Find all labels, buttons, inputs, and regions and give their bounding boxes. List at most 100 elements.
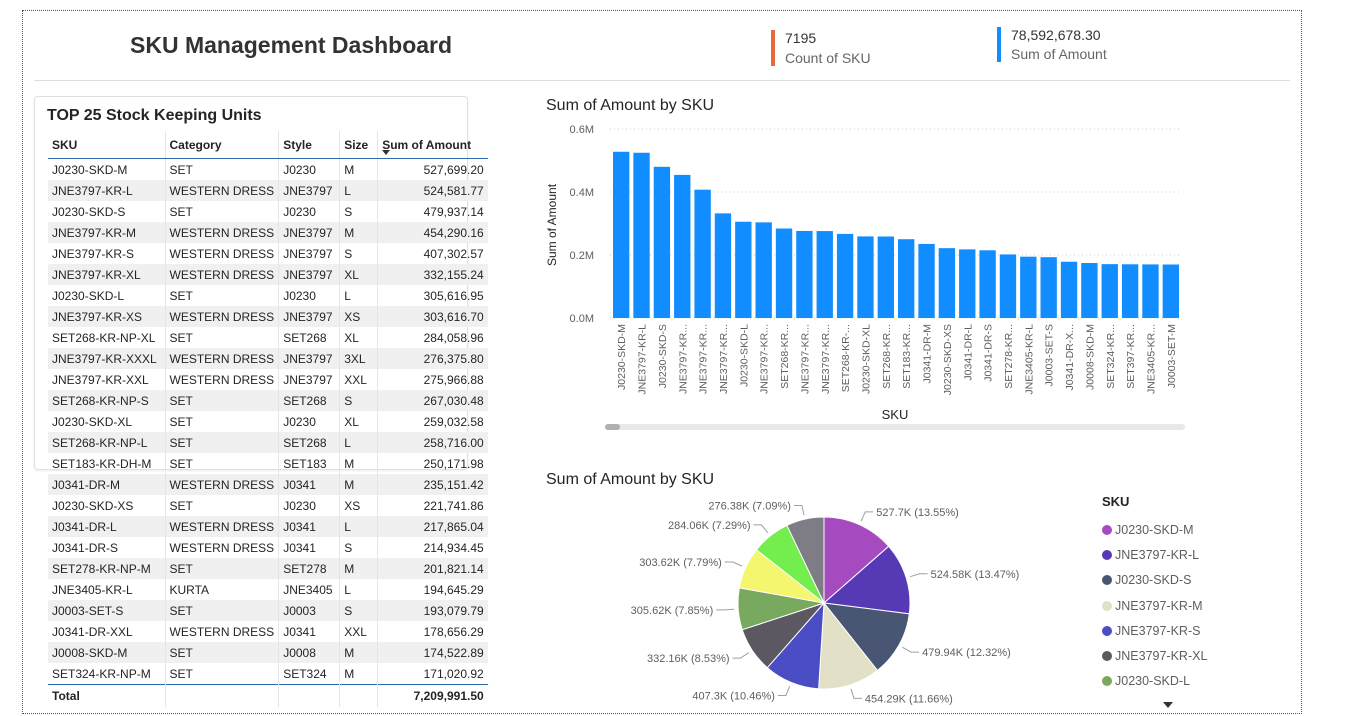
bar[interactable] [1162, 264, 1179, 318]
bar[interactable] [1081, 263, 1098, 318]
bar[interactable] [1121, 264, 1139, 318]
table-row[interactable]: JNE3797-KR-S WESTERN DRESS JNE3797 S 407,302… [48, 243, 488, 264]
table-cell: 305,616.95 [423, 288, 484, 303]
bar[interactable] [1101, 264, 1118, 318]
horizontal-scrollbar[interactable] [605, 424, 1185, 430]
table-row[interactable]: JNE3797-KR-XXL WESTERN DRESS JNE3797 XXL 275… [48, 369, 488, 390]
bar[interactable] [836, 233, 854, 318]
bar[interactable] [918, 243, 935, 318]
bar[interactable] [999, 254, 1017, 318]
legend-item[interactable]: J0230-SKD-S [1102, 568, 1207, 593]
x-tick-label: JNE3797-KR... [698, 324, 710, 394]
bar[interactable] [775, 228, 793, 318]
pie-chart[interactable]: 527.7K (13.55%) 524.58K (13.47%) 479.94K (… [560, 486, 1100, 716]
table-row[interactable]: J0230-SKD-XS SET J0230 XS 221,741.86 [48, 495, 488, 516]
legend-swatch [1102, 524, 1112, 535]
bar[interactable] [1060, 261, 1078, 318]
table-row[interactable]: SET278-KR-NP-M SET SET278 M 201,821.14 [48, 558, 488, 579]
table-row[interactable]: J0230-SKD-S SET J0230 S 479,937.14 [48, 201, 488, 222]
column-header-amount[interactable]: Sum of Amount [377, 131, 488, 159]
legend-item[interactable]: JNE3797-KR-L [1102, 542, 1207, 567]
y-tick-label: 0.2M [570, 250, 594, 262]
legend-scroll-down-icon[interactable] [1163, 702, 1173, 708]
bar[interactable] [938, 248, 956, 318]
bar[interactable] [653, 166, 671, 318]
bar[interactable] [714, 213, 732, 318]
table-row[interactable]: J0003-SET-S SET J0003 S 193,079.79 [48, 600, 488, 621]
table-row[interactable]: J0230-SKD-L SET J0230 L 305,616.95 [48, 285, 488, 306]
bar[interactable] [816, 231, 833, 318]
kpi-count-sku[interactable]: 7195 Count of SKU [771, 30, 871, 66]
table-row[interactable]: JNE3797-KR-XL WESTERN DRESS JNE3797 XL 332,1… [48, 264, 488, 285]
bar[interactable] [959, 249, 976, 318]
table-row[interactable]: J0341-DR-L WESTERN DRESS J0341 L 217,865.04 [48, 516, 488, 537]
table-row[interactable]: JNE3797-KR-L WESTERN DRESS JNE3797 L 524,581… [48, 180, 488, 201]
bar[interactable] [633, 152, 650, 318]
x-tick-label: SET397-KR... [1125, 324, 1137, 389]
bar[interactable] [1040, 257, 1057, 318]
kpi-sum-amount[interactable]: 78,592,678.30 Sum of Amount [997, 27, 1107, 62]
bar[interactable] [1142, 264, 1159, 318]
legend-swatch [1102, 625, 1112, 636]
table-cell: J0341-DR-XXL [48, 621, 166, 642]
table-row[interactable]: J0341-DR-XXL WESTERN DRESS J0341 XXL 178,656… [48, 621, 488, 642]
table-row[interactable]: SET324-KR-NP-M SET SET324 M 171,020.92 [48, 663, 488, 685]
bar[interactable] [857, 236, 874, 318]
table-row[interactable]: J0230-SKD-M SET J0230 M 527,699.20 [48, 158, 488, 180]
table-cell: SET [165, 642, 280, 663]
header-divider [34, 80, 1290, 81]
column-header-category[interactable]: Category [165, 131, 280, 159]
slice-data-label: 305.62K (7.85%) [631, 605, 714, 617]
x-tick-label: JNE3405-KR-L [1023, 324, 1035, 395]
table-row[interactable]: J0341-DR-M WESTERN DRESS J0341 M 235,151.42 [48, 474, 488, 495]
bar-chart[interactable]: 0.0M 0.2M 0.4M 0.6M J0230-SKD-M JNE3797-KR-L J… [540, 115, 1200, 460]
table-cell: JNE3797 [278, 264, 341, 285]
table-row[interactable]: J0230-SKD-XL SET J0230 XL 259,032.58 [48, 411, 488, 432]
bar[interactable] [877, 236, 894, 318]
bar[interactable] [735, 221, 752, 318]
bar[interactable] [674, 174, 691, 318]
column-header-sku[interactable]: SKU [48, 131, 166, 159]
column-header-style[interactable]: Style [278, 131, 341, 159]
legend-label: JNE3797-KR-M [1115, 598, 1203, 613]
legend-item[interactable]: J0230-SKD-M [1102, 517, 1207, 542]
table-row[interactable]: SET268-KR-NP-XL SET SET268 XL 284,058.96 [48, 327, 488, 348]
total-empty [165, 684, 280, 707]
kpi-value: 78,592,678.30 [1011, 27, 1101, 43]
table-row[interactable]: J0008-SKD-M SET J0008 M 174,522.89 [48, 642, 488, 663]
sort-descending-icon[interactable] [382, 150, 390, 155]
bar[interactable] [979, 250, 996, 318]
table-cell: XL [339, 411, 379, 432]
leader-line [909, 573, 928, 578]
table-cell: XXL [339, 621, 379, 642]
legend-swatch [1102, 676, 1112, 687]
table-cell: 178,656.29 [423, 624, 484, 639]
bar[interactable] [898, 239, 915, 318]
table-row[interactable]: J0341-DR-S WESTERN DRESS J0341 S 214,934.45 [48, 537, 488, 558]
legend-title: SKU [1102, 494, 1130, 509]
table-row[interactable]: JNE3405-KR-L KURTA JNE3405 L 194,645.29 [48, 579, 488, 600]
bar[interactable] [755, 222, 772, 318]
bar[interactable] [613, 151, 630, 318]
table-row[interactable]: SET183-KR-DH-M SET SET183 M 250,171.98 [48, 453, 488, 474]
bar[interactable] [1020, 256, 1037, 318]
table-row[interactable]: JNE3797-KR-M WESTERN DRESS JNE3797 M 454,290… [48, 222, 488, 243]
legend-item[interactable]: J0230-SKD-L [1102, 669, 1207, 694]
table-row[interactable]: SET268-KR-NP-S SET SET268 S 267,030.48 [48, 390, 488, 411]
table-total-row: Total 7,209,991.50 [48, 684, 488, 707]
legend-item[interactable]: JNE3797-KR-XL [1102, 643, 1207, 668]
bar[interactable] [694, 189, 711, 318]
legend-item[interactable]: JNE3797-KR-M [1102, 593, 1207, 618]
table-cell: 258,716.00 [377, 432, 488, 453]
legend-item[interactable]: JNE3797-KR-S [1102, 618, 1207, 643]
kpi-label: Sum of Amount [1011, 46, 1107, 62]
scrollbar-thumb[interactable] [605, 424, 620, 430]
column-header-size[interactable]: Size [339, 131, 379, 159]
y-tick-label: 0.6M [570, 124, 594, 136]
bar[interactable] [796, 230, 813, 318]
table-row[interactable]: JNE3797-KR-XXXL WESTERN DRESS JNE3797 3XL 27… [48, 348, 488, 369]
sku-table[interactable]: SKU Category Style Size Sum of Amount J0… [48, 131, 488, 707]
table-row[interactable]: JNE3797-KR-XS WESTERN DRESS JNE3797 XS 303,6… [48, 306, 488, 327]
table-row[interactable]: SET268-KR-NP-L SET SET268 L 258,716.00 [48, 432, 488, 453]
table-cell: SET [165, 432, 280, 453]
